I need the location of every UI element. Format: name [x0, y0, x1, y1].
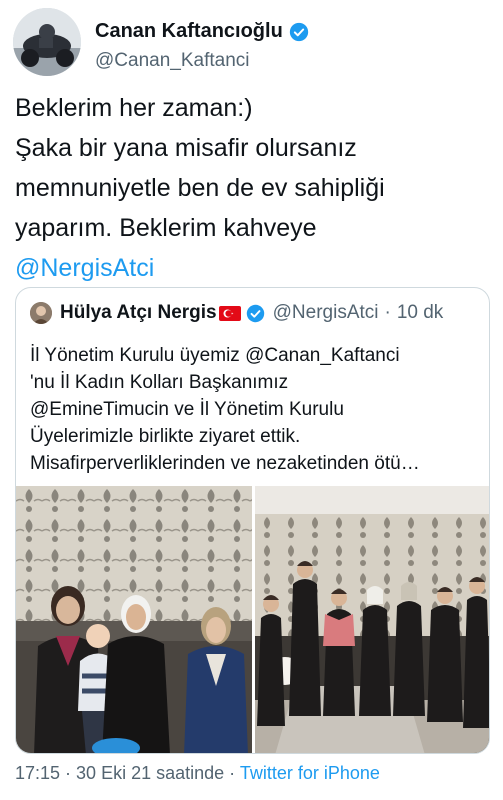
tweet-line: yaparım. Beklerim kahveye [15, 214, 317, 242]
quoted-author-handle[interactable]: @NergisAtci [273, 302, 379, 324]
mention-link[interactable]: @NergisAtci [15, 248, 490, 288]
tweet-source[interactable]: Twitter for iPhone [240, 763, 380, 783]
tweet-body: Beklerim her zaman:) Şaka bir yana misaf… [15, 88, 490, 288]
quoted-tweet-time[interactable]: 10 dk [397, 302, 443, 324]
tweet-line: Beklerim her zaman:) [15, 94, 253, 122]
quoted-tweet[interactable]: Hülya Atçı Nergis @NergisAtci · 10 dk İl… [15, 287, 490, 754]
tweet-timestamp[interactable]: 17:15 · 30 Eki 21 saatinde · [15, 763, 235, 783]
quoted-tweet-line: Üyelerimizle birlikte ziyaret ettik. [30, 426, 301, 447]
tweet-line: Şaka bir yana misafir olursanız [15, 134, 357, 162]
quoted-tweet-line: 'nu İl Kadın Kolları Başkanımız [30, 372, 289, 393]
verified-badge-icon [246, 304, 264, 322]
tweet-line: memnuniyetle ben de ev sahipliği [15, 174, 385, 202]
media-photo-2[interactable] [255, 486, 489, 753]
quoted-author-avatar[interactable] [30, 302, 52, 324]
author-display-name[interactable]: Canan Kaftancıoğlu [95, 20, 283, 43]
quoted-tweet-line: İl Yönetim Kurulu üyemiz @Canan_Kaftanci [30, 345, 400, 366]
tweet-header: Canan Kaftancıoğlu @Canan_Kaftanci [13, 8, 493, 76]
quoted-tweet-line: Misafirperverliklerinden ve nezaketinden… [30, 453, 420, 474]
quoted-author-name[interactable]: Hülya Atçı Nergis [60, 302, 217, 324]
media-grid [16, 486, 489, 753]
author-handle[interactable]: @Canan_Kaftanci [95, 50, 250, 72]
media-photo-1[interactable] [16, 486, 252, 753]
quoted-tweet-body: İl Yönetim Kurulu üyemiz @Canan_Kaftanci… [30, 342, 480, 477]
author-avatar[interactable] [13, 8, 81, 76]
verified-badge-icon [289, 22, 308, 41]
quoted-tweet-header: Hülya Atçı Nergis @NergisAtci · 10 dk [30, 302, 443, 324]
quoted-tweet-line: @EmineTimucin ve İl Yönetim Kurulu [30, 399, 344, 420]
tweet-meta: 17:15 · 30 Eki 21 saatinde · Twitter for… [15, 763, 380, 784]
turkey-flag-icon [218, 305, 241, 321]
separator-dot: · [384, 302, 391, 323]
